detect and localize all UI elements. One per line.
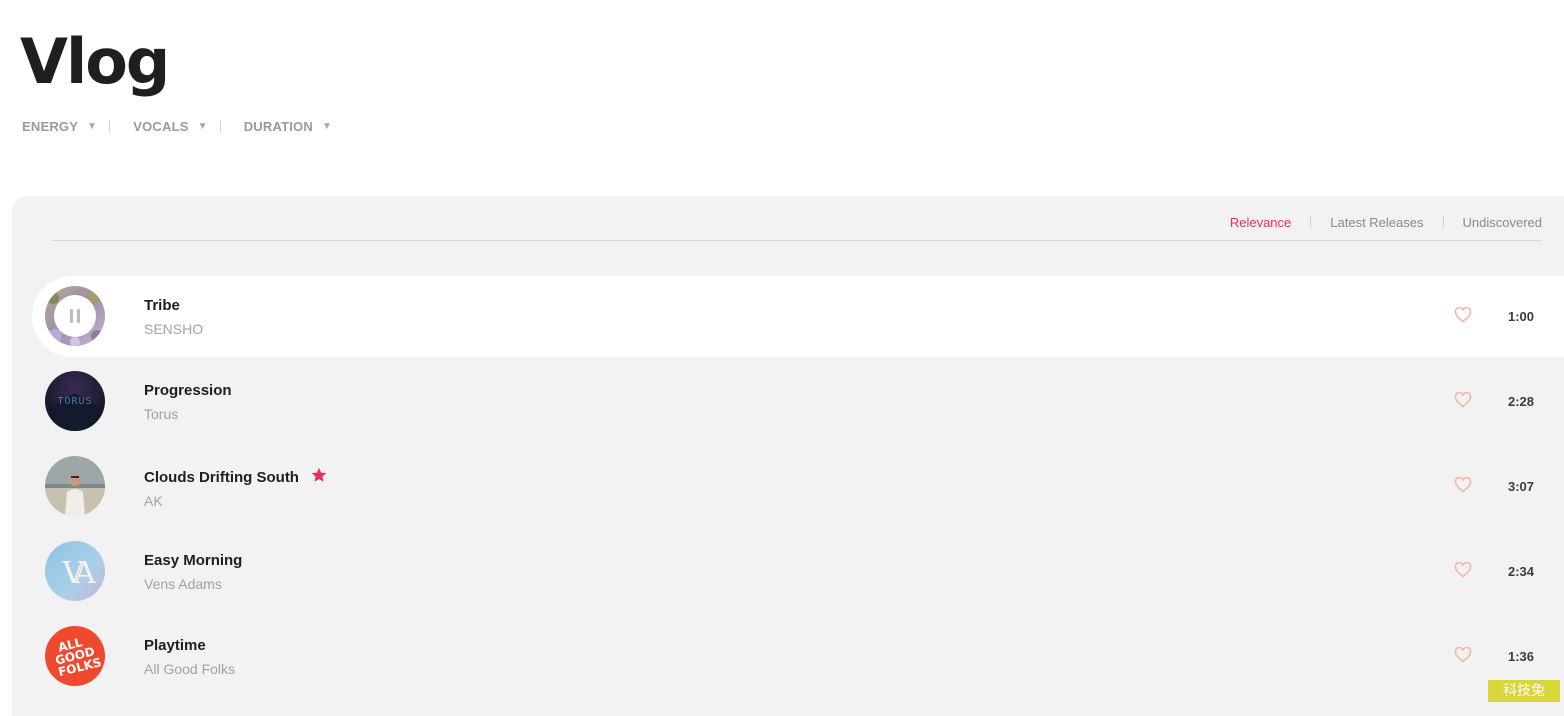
star-icon <box>312 467 327 482</box>
cover-art[interactable] <box>45 286 105 346</box>
cover-vens-adams-image: VA <box>45 541 105 601</box>
cover-art[interactable] <box>45 456 105 516</box>
cover-art[interactable]: TORUS <box>45 371 105 431</box>
sort-latest-releases[interactable]: Latest Releases <box>1330 215 1423 230</box>
pause-button[interactable] <box>54 295 96 337</box>
sort-undiscovered[interactable]: Undiscovered <box>1463 215 1543 230</box>
header-divider <box>52 240 1542 241</box>
filter-divider <box>219 119 221 133</box>
chevron-down-icon: ▼ <box>87 120 98 132</box>
track-list: Tribe SENSHO 1:00 TORUS Progression Toru… <box>32 276 1564 701</box>
track-row[interactable]: VA Easy Morning Vens Adams 2:34 <box>32 531 1564 612</box>
heart-icon[interactable] <box>1454 562 1472 578</box>
track-row[interactable]: Tribe SENSHO 1:00 <box>32 276 1564 357</box>
filter-energy-label: ENERGY <box>22 118 79 134</box>
track-duration: 1:00 <box>1508 309 1535 324</box>
filter-vocals-label: VOCALS <box>133 118 189 134</box>
filter-divider <box>109 119 111 133</box>
cover-ak-image <box>45 456 105 516</box>
track-artist[interactable]: All Good Folks <box>144 661 235 677</box>
track-artist[interactable]: SENSHO <box>144 321 203 337</box>
sort-bar: Relevance Latest Releases Undiscovered <box>1230 214 1542 230</box>
track-artist[interactable]: Torus <box>144 406 232 422</box>
track-title[interactable]: Clouds Drifting South <box>144 469 299 486</box>
cover-torus-text: TORUS <box>57 396 92 407</box>
track-artist[interactable]: AK <box>144 493 327 509</box>
track-info: Clouds Drifting South AK <box>144 467 327 509</box>
track-row[interactable]: ALL GOOD FOLKS Playtime All Good Folks 1… <box>32 616 1564 697</box>
cover-art[interactable]: ALL GOOD FOLKS <box>45 626 105 686</box>
cover-art[interactable]: VA <box>45 541 105 601</box>
heart-icon[interactable] <box>1454 307 1472 323</box>
watermark: 科技兔 <box>1488 680 1560 702</box>
sort-divider <box>1442 216 1444 228</box>
track-duration: 3:07 <box>1508 479 1535 494</box>
heart-icon[interactable] <box>1454 392 1472 408</box>
filter-duration-label: DURATION <box>243 118 313 134</box>
track-info: Progression Torus <box>144 382 232 422</box>
track-duration: 1:36 <box>1508 649 1535 664</box>
pause-icon <box>70 309 73 323</box>
filter-duration[interactable]: DURATION ▼ <box>244 119 332 134</box>
heart-icon[interactable] <box>1454 647 1472 663</box>
filter-bar: ENERGY ▼ VOCALS ▼ DURATION ▼ <box>22 117 332 135</box>
filter-energy[interactable]: ENERGY ▼ <box>22 119 97 134</box>
track-row[interactable]: TORUS Progression Torus 2:28 <box>32 361 1564 442</box>
track-duration: 2:28 <box>1508 394 1535 409</box>
track-info: Easy Morning Vens Adams <box>144 552 242 592</box>
track-title[interactable]: Playtime <box>144 637 206 654</box>
chevron-down-icon: ▼ <box>197 120 208 132</box>
track-info: Playtime All Good Folks <box>144 637 235 677</box>
track-title[interactable]: Easy Morning <box>144 552 242 569</box>
heart-icon[interactable] <box>1454 477 1472 493</box>
filter-vocals[interactable]: VOCALS ▼ <box>133 119 207 134</box>
track-title[interactable]: Progression <box>144 382 232 399</box>
track-title[interactable]: Tribe <box>144 297 180 314</box>
track-info: Tribe SENSHO <box>144 297 203 337</box>
track-artist[interactable]: Vens Adams <box>144 576 242 592</box>
sort-relevance[interactable]: Relevance <box>1230 215 1291 230</box>
cover-torus-image: TORUS <box>45 371 105 431</box>
track-duration: 2:34 <box>1508 564 1535 579</box>
track-panel: Relevance Latest Releases Undiscovered T… <box>12 196 1564 716</box>
page-title: Vlog <box>20 25 170 98</box>
track-row[interactable]: Clouds Drifting South AK 3:07 <box>32 446 1564 527</box>
cover-all-good-folks-image: ALL GOOD FOLKS <box>45 626 105 686</box>
chevron-down-icon: ▼ <box>321 120 333 132</box>
sort-divider <box>1310 216 1312 228</box>
